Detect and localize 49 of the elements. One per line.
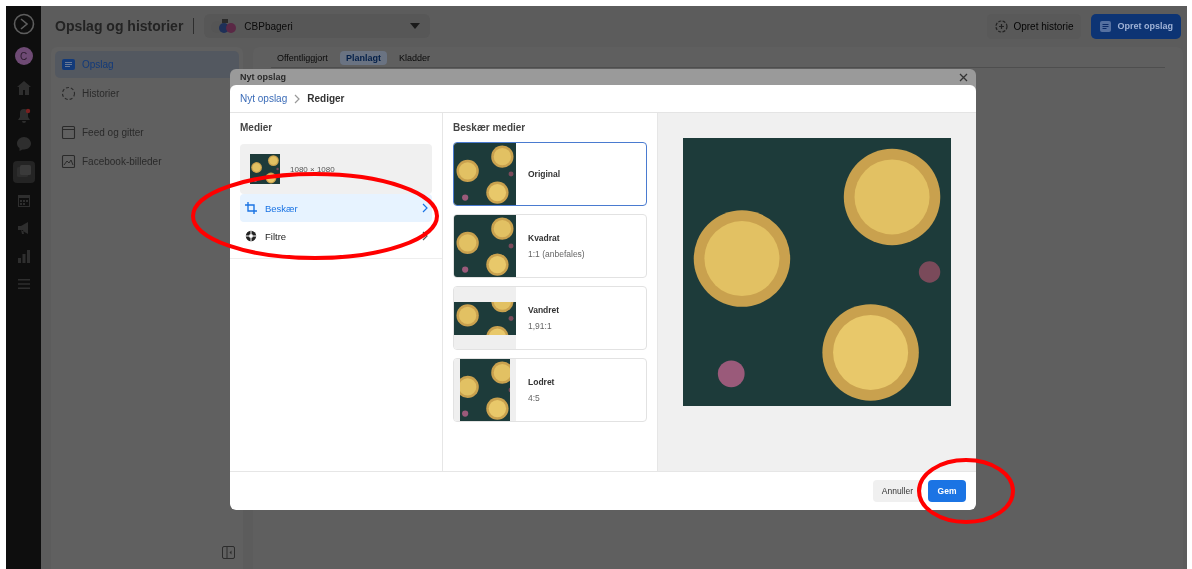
crop-option[interactable]: Original	[453, 142, 647, 206]
crop-option[interactable]: Vandret 1,91:1	[453, 286, 647, 350]
media-heading: Medier	[240, 122, 274, 133]
dashed-circle-icon	[61, 86, 76, 101]
tool-item[interactable]: Filtre	[240, 222, 432, 250]
tab[interactable]: Offentliggjort	[271, 51, 334, 65]
crop-option-title: Kvadrat	[528, 233, 561, 243]
tab[interactable]: Kladder	[392, 51, 436, 65]
media-size: 1080 × 1080	[290, 164, 335, 174]
layout-icon	[61, 125, 76, 140]
close-icon[interactable]	[959, 72, 968, 82]
page-title: Opslag og historier	[55, 18, 184, 34]
chevron-icon	[294, 93, 301, 104]
crop-option[interactable]: Kvadrat 1:1 (anbefales)	[453, 214, 647, 278]
posts-icon[interactable]	[12, 161, 35, 183]
cancel-button[interactable]: Annuller	[872, 480, 922, 502]
collapse-panel-icon[interactable]	[222, 546, 235, 559]
caret-icon	[410, 23, 421, 29]
chevron-icon	[422, 231, 428, 241]
document-icon	[61, 57, 76, 72]
document-icon	[1099, 19, 1113, 33]
aperture-icon	[245, 230, 257, 242]
crop-icon	[245, 202, 257, 214]
add-story-icon	[995, 19, 1009, 33]
chevron-icon	[422, 203, 428, 213]
dialog-title: Nyt opslag	[240, 72, 286, 82]
logo-icon[interactable]	[12, 13, 35, 35]
photo-placeholder	[454, 301, 516, 335]
media-item[interactable]: 1080 × 1080	[240, 144, 432, 194]
photo-placeholder	[454, 143, 516, 205]
create-post-button[interactable]: Opret opslag	[1091, 13, 1181, 39]
crop-option-title: Original	[528, 169, 561, 179]
avatar[interactable]: C	[14, 47, 33, 65]
breadcrumb-current: Rediger	[307, 93, 345, 104]
crop-heading: Beskær medier	[453, 122, 527, 133]
photo-placeholder	[454, 215, 516, 277]
crop-option-title: Vandret	[528, 305, 560, 315]
crop-option-ratio: 1:1 (anbefales)	[528, 249, 585, 259]
photo-placeholder	[460, 359, 510, 421]
breadcrumb-link[interactable]: Nyt opslag	[240, 93, 288, 104]
page-selector[interactable]: CBPbageri	[204, 14, 431, 38]
crop-option-ratio: 4:5	[528, 393, 541, 403]
image-icon	[61, 154, 76, 169]
crop-option[interactable]: Lodret 4:5	[453, 358, 647, 422]
crop-option-title: Lodret	[528, 377, 555, 387]
crop-option-ratio: 1,91:1	[528, 321, 553, 331]
save-button[interactable]: Gem	[928, 480, 966, 502]
tool-item[interactable]: Beskær	[240, 194, 432, 222]
tab[interactable]: Planlagt	[339, 51, 387, 65]
